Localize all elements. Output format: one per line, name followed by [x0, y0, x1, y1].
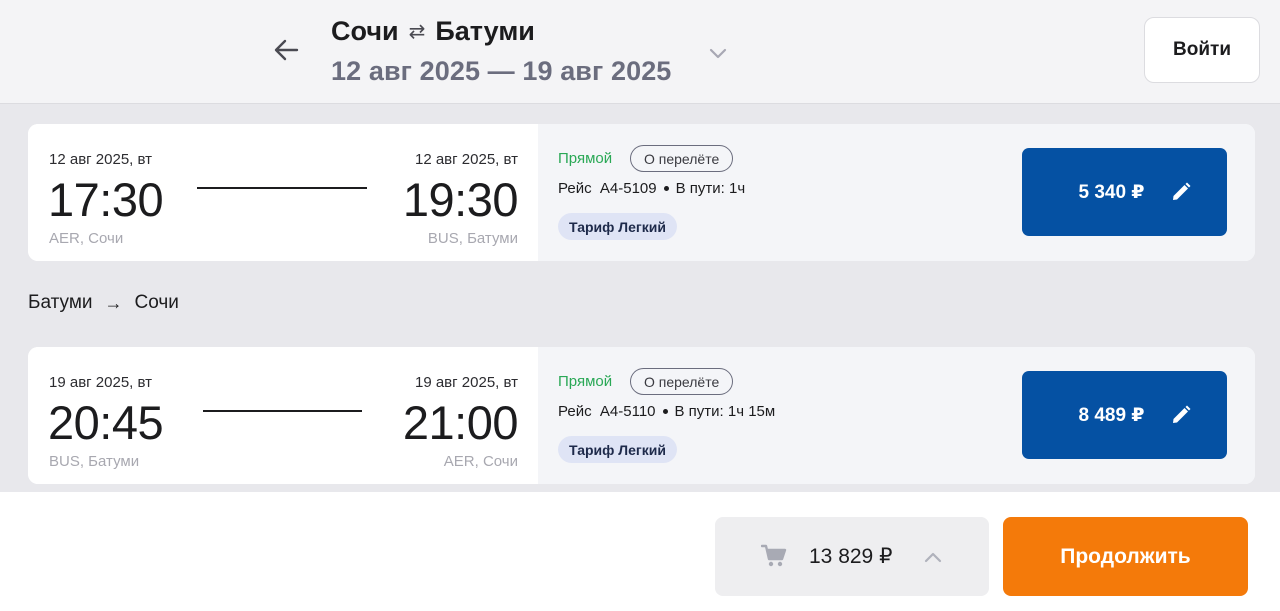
- chevron-up-icon: [924, 552, 942, 563]
- arrival-date: 19 авг 2025, вт: [414, 374, 518, 391]
- route-dates: 12 авг 2025 — 19 авг 2025: [331, 56, 672, 86]
- arrival-time: 19:30: [402, 173, 519, 226]
- header: Сочи ⇄ Батуми 12 авг 2025 — 19 авг 2025 …: [0, 0, 1280, 104]
- arrow-left-icon: [274, 39, 299, 61]
- destination-city: Батуми: [435, 16, 535, 46]
- cart-total: 13 829 ₽: [809, 545, 893, 568]
- chevron-down-icon: [709, 48, 727, 59]
- flight-info: Рейс A4-5110 В пути: 1ч 15м: [558, 403, 775, 420]
- direct-label: Прямой: [558, 150, 613, 167]
- departure-date: 19 авг 2025, вт: [49, 374, 153, 391]
- footer-bar: 13 829 ₽ Продолжить: [0, 492, 1280, 611]
- flight-duration: В пути: 1ч 15м: [674, 403, 776, 420]
- cart-icon: [761, 544, 787, 567]
- about-flight-button[interactable]: О перелёте: [630, 145, 734, 172]
- direct-label: Прямой: [558, 373, 613, 390]
- departure-time: 17:30: [48, 173, 164, 226]
- flight-number: Рейс A4-5110: [558, 403, 656, 420]
- route-title: Сочи ⇄ Батуми: [331, 16, 535, 47]
- departure-date: 12 авг 2025, вт: [49, 151, 153, 168]
- return-from: Батуми: [28, 292, 93, 313]
- flight-info: Рейс A4-5109 В пути: 1ч: [558, 180, 745, 197]
- swap-icon: ⇄: [408, 21, 426, 43]
- fare-badge: Тариф Легкий: [558, 213, 677, 240]
- login-button[interactable]: Войти: [1144, 17, 1260, 83]
- flight-line: [203, 410, 362, 412]
- separator-dot: [663, 186, 669, 191]
- flight-details: Прямой О перелёте Рейс A4-5110 В пути: 1…: [538, 347, 1255, 484]
- continue-button[interactable]: Продолжить: [1003, 517, 1248, 596]
- about-flight-button[interactable]: О перелёте: [630, 368, 734, 395]
- arrival-airport: AER, Сочи: [443, 453, 518, 470]
- departure-airport: AER, Сочи: [49, 230, 124, 247]
- flight-times: 12 авг 2025, вт 12 авг 2025, вт 17:30 19…: [28, 124, 538, 261]
- return-to: Сочи: [134, 292, 179, 313]
- departure-time: 20:45: [48, 396, 164, 449]
- arrival-airport: BUS, Батуми: [427, 230, 518, 247]
- pencil-icon: [1172, 405, 1191, 423]
- arrow-right-icon: →: [104, 292, 123, 313]
- origin-city: Сочи: [331, 16, 399, 46]
- pencil-icon: [1172, 182, 1191, 200]
- return-section-title: Батуми → Сочи: [28, 292, 179, 314]
- price-label: 5 340 ₽: [1078, 181, 1145, 203]
- price-label: 8 489 ₽: [1078, 404, 1145, 426]
- arrival-time: 21:00: [402, 396, 519, 449]
- back-button[interactable]: [268, 32, 304, 68]
- flight-duration: В пути: 1ч: [675, 180, 746, 197]
- flight-times: 19 авг 2025, вт 19 авг 2025, вт 20:45 21…: [28, 347, 538, 484]
- flight-number: Рейс A4-5109: [558, 180, 657, 197]
- price-button[interactable]: 8 489 ₽: [1022, 371, 1227, 459]
- separator-dot: [662, 409, 668, 414]
- arrival-date: 12 авг 2025, вт: [414, 151, 518, 168]
- departure-airport: BUS, Батуми: [49, 453, 140, 470]
- flight-card-inbound: 19 авг 2025, вт 19 авг 2025, вт 20:45 21…: [28, 347, 1255, 484]
- flight-line: [197, 187, 367, 189]
- flight-details: Прямой О перелёте Рейс A4-5109 В пути: 1…: [538, 124, 1255, 261]
- fare-badge: Тариф Легкий: [558, 436, 677, 463]
- cart-summary-button[interactable]: 13 829 ₽: [715, 517, 989, 596]
- expand-route-button[interactable]: [704, 40, 732, 68]
- price-button[interactable]: 5 340 ₽: [1022, 148, 1227, 236]
- flight-card-outbound: 12 авг 2025, вт 12 авг 2025, вт 17:30 19…: [28, 124, 1255, 261]
